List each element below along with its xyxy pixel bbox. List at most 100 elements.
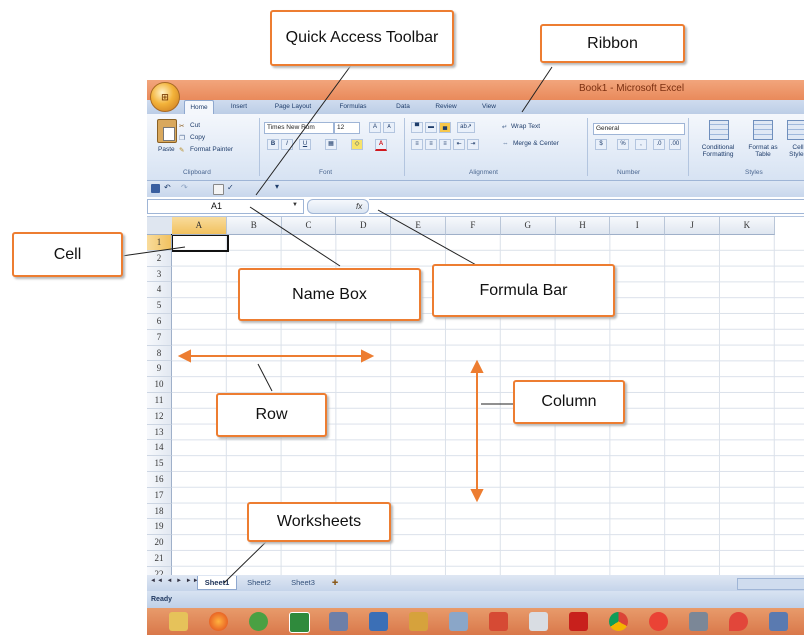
column-header-a[interactable]: A — [172, 217, 227, 235]
orientation-icon[interactable]: ab↗ — [457, 122, 475, 133]
bold-icon[interactable]: B — [267, 139, 279, 150]
fill-color-icon[interactable]: ◇ — [351, 139, 363, 150]
tab-page-layout[interactable]: Page Layout — [271, 100, 315, 114]
cell-styles-icon[interactable] — [787, 120, 804, 140]
copy-icon[interactable]: ❐ — [179, 134, 185, 142]
row-header-12[interactable]: 12 — [147, 408, 172, 425]
font-name-select[interactable]: Times New Rom — [264, 122, 334, 134]
row-header-14[interactable]: 14 — [147, 440, 172, 457]
align-center-icon[interactable]: ≡ — [425, 139, 437, 150]
tab-review[interactable]: Review — [431, 100, 461, 114]
chrome-icon[interactable] — [609, 612, 628, 631]
scissors-icon[interactable]: ✂ — [179, 122, 184, 130]
row-header-13[interactable]: 13 — [147, 424, 172, 441]
column-header-j[interactable]: J — [665, 217, 720, 235]
increase-decimal-icon[interactable]: .0 — [653, 139, 665, 150]
horizontal-scrollbar[interactable] — [737, 578, 804, 590]
row-header-15[interactable]: 15 — [147, 456, 172, 472]
decrease-decimal-icon[interactable]: .00 — [669, 139, 681, 150]
column-header-b[interactable]: B — [226, 217, 282, 235]
row-header-16[interactable]: 16 — [147, 472, 172, 488]
increase-indent-icon[interactable]: ⇥ — [467, 139, 479, 150]
column-header-e[interactable]: E — [391, 217, 446, 235]
name-box[interactable]: A1 — [147, 199, 304, 214]
row-header-9[interactable]: 9 — [147, 361, 172, 378]
column-header-c[interactable]: C — [281, 217, 337, 235]
shrink-font-icon[interactable]: A — [383, 122, 395, 133]
row-header-17[interactable]: 17 — [147, 487, 172, 504]
app-icon[interactable] — [249, 612, 268, 631]
row-header-20[interactable]: 20 — [147, 535, 172, 551]
align-top-icon[interactable]: ▀ — [411, 122, 423, 133]
sheet-tab-3[interactable]: Sheet3 — [285, 576, 321, 589]
conditional-formatting-button[interactable]: Conditional Formatting — [695, 144, 741, 158]
undo-icon[interactable]: ↶ — [164, 183, 171, 192]
format-painter-button[interactable]: Format Painter — [190, 146, 233, 153]
insert-sheet-icon[interactable]: ✚ — [325, 576, 345, 589]
active-cell-a1[interactable] — [171, 234, 229, 252]
tab-data[interactable]: Data — [391, 100, 415, 114]
save-icon[interactable] — [151, 184, 160, 193]
notepad-icon[interactable] — [529, 612, 548, 631]
cut-button[interactable]: Cut — [190, 122, 200, 129]
excel-icon[interactable] — [289, 612, 310, 633]
decrease-indent-icon[interactable]: ⇤ — [453, 139, 465, 150]
format-as-table-icon[interactable] — [753, 120, 773, 140]
row-header-2[interactable]: 2 — [147, 250, 172, 267]
align-left-icon[interactable]: ≡ — [411, 139, 423, 150]
media-icon[interactable] — [409, 612, 428, 631]
row-header-6[interactable]: 6 — [147, 314, 172, 330]
formula-input[interactable] — [369, 199, 804, 214]
align-middle-icon[interactable]: ▬ — [425, 122, 437, 133]
firefox-icon[interactable] — [209, 612, 228, 631]
sheet-tab-2[interactable]: Sheet2 — [241, 576, 277, 589]
tab-home[interactable]: Home — [184, 100, 214, 114]
column-header-g[interactable]: G — [500, 217, 556, 235]
merge-center-button[interactable]: Merge & Center — [513, 140, 559, 147]
column-header-d[interactable]: D — [336, 217, 392, 235]
paste-icon[interactable] — [157, 119, 177, 143]
copy-button[interactable]: Copy — [190, 134, 205, 141]
merge-icon[interactable]: ⇔ — [502, 140, 509, 147]
row-header-7[interactable]: 7 — [147, 329, 172, 346]
percent-icon[interactable]: % — [617, 139, 629, 150]
row-header-10[interactable]: 10 — [147, 377, 172, 393]
format-as-table-button[interactable]: Format as Table — [745, 144, 781, 158]
currency-icon[interactable]: $ — [595, 139, 607, 150]
tab-formulas[interactable]: Formulas — [335, 100, 371, 114]
row-header-1[interactable]: 1 — [147, 235, 172, 251]
folder-icon[interactable] — [169, 612, 188, 631]
tab-view[interactable]: View — [477, 100, 501, 114]
wrap-text-button[interactable]: Wrap Text — [511, 123, 540, 130]
italic-icon[interactable]: I — [281, 139, 293, 150]
redo-icon[interactable]: ↷ — [181, 183, 188, 192]
brush-icon[interactable]: ✎ — [179, 146, 184, 154]
number-format-select[interactable]: General — [593, 123, 685, 135]
tab-insert[interactable]: Insert — [225, 100, 253, 114]
sheet-tab-1[interactable]: Sheet1 — [197, 576, 237, 590]
app-icon[interactable] — [689, 612, 708, 631]
sheet-nav-arrows[interactable]: ◄◄ ◄ ► ►► — [150, 578, 200, 584]
comma-icon[interactable]: , — [635, 139, 647, 150]
customize-dropdown-icon[interactable]: ▾ — [275, 182, 279, 191]
office-button[interactable]: ⊞ — [150, 82, 180, 112]
chevron-down-icon[interactable]: ▼ — [292, 202, 298, 208]
underline-icon[interactable]: U — [299, 139, 311, 150]
google-icon[interactable] — [649, 612, 668, 631]
location-icon[interactable] — [729, 612, 748, 631]
row-header-19[interactable]: 19 — [147, 519, 172, 536]
row-header-3[interactable]: 3 — [147, 266, 172, 283]
column-header-h[interactable]: H — [555, 217, 611, 235]
font-size-select[interactable]: 12 — [334, 122, 360, 134]
print-preview-icon[interactable] — [213, 184, 224, 195]
row-header-11[interactable]: 11 — [147, 393, 172, 409]
align-bottom-icon[interactable]: ▄ — [439, 122, 451, 133]
row-header-22[interactable]: 22 — [147, 566, 172, 575]
app-icon[interactable] — [369, 612, 388, 631]
grow-font-icon[interactable]: A — [369, 122, 381, 133]
app-icon[interactable] — [329, 612, 348, 631]
select-all-corner[interactable] — [147, 217, 173, 235]
row-header-21[interactable]: 21 — [147, 551, 172, 567]
cell-styles-button[interactable]: Cell Styles — [785, 144, 804, 158]
app-icon[interactable] — [489, 612, 508, 631]
